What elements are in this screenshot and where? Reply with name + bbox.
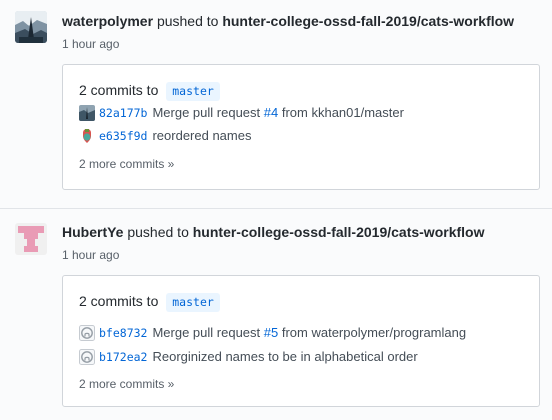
commit-message: Merge pull request #5 from waterpolymer/… <box>152 323 466 343</box>
commit-message-text: reordered names <box>152 128 252 143</box>
branch-link[interactable]: master <box>166 82 220 101</box>
commit-sha-link[interactable]: 82a177b <box>99 103 147 123</box>
action-text: pushed to <box>156 13 219 29</box>
commit-count-label: 2 commits to <box>79 82 159 98</box>
event-timestamp: 1 hour ago <box>62 248 120 262</box>
commit-count-line: 2 commits to master <box>79 291 220 312</box>
event-headline: waterpolymer pushed to hunter-college-os… <box>62 11 514 31</box>
feed-event-2: HubertYe pushed to hunter-college-ossd-f… <box>0 208 552 420</box>
waterpolymer-avatar-icon[interactable] <box>15 11 47 43</box>
commit-sha-link[interactable]: b172ea2 <box>99 347 147 367</box>
hubertye-identicon[interactable] <box>15 223 47 255</box>
commit-item: e635f9d reordered names <box>79 126 251 146</box>
commit-message-suffix: from waterpolymer/programlang <box>281 325 467 340</box>
more-commits-link[interactable]: 2 more commits » <box>79 156 174 172</box>
committer-avatar-icon[interactable] <box>79 128 95 144</box>
activity-feed: waterpolymer pushed to hunter-college-os… <box>0 0 552 420</box>
commit-message-text: Reorginized names to be in alphabetical … <box>152 349 418 364</box>
commit-message-text: Merge pull request <box>152 105 261 120</box>
commit-count-line: 2 commits to master <box>79 80 220 101</box>
event-timestamp: 1 hour ago <box>62 37 120 51</box>
commit-item: bfe8732 Merge pull request #5 from water… <box>79 323 466 343</box>
actor-link[interactable]: waterpolymer <box>62 13 153 29</box>
event-headline: HubertYe pushed to hunter-college-ossd-f… <box>62 222 484 242</box>
commit-sha-link[interactable]: e635f9d <box>99 126 147 146</box>
commit-message: reordered names <box>152 126 251 146</box>
committer-avatar-icon[interactable] <box>79 105 95 121</box>
commit-count-label: 2 commits to <box>79 293 159 309</box>
repo-link[interactable]: hunter-college-ossd-fall-2019/cats-workf… <box>222 13 514 29</box>
commit-item: b172ea2 Reorginized names to be in alpha… <box>79 347 418 367</box>
actor-link[interactable]: HubertYe <box>62 224 123 240</box>
more-commits-link[interactable]: 2 more commits » <box>79 376 174 392</box>
commit-message: Merge pull request #4 from kkhan01/maste… <box>152 103 404 123</box>
branch-link[interactable]: master <box>166 293 220 312</box>
commit-sha-link[interactable]: bfe8732 <box>99 323 147 343</box>
feed-event-1: waterpolymer pushed to hunter-college-os… <box>0 0 552 200</box>
action-text: pushed to <box>127 224 189 240</box>
github-octocat-icon[interactable] <box>79 349 95 365</box>
commit-message-suffix: from kkhan01/master <box>281 105 404 120</box>
github-octocat-icon[interactable] <box>79 325 95 341</box>
commit-message: Reorginized names to be in alphabetical … <box>152 347 417 367</box>
commits-box: 2 commits to master 82a177b Merge pull r… <box>62 64 540 190</box>
pull-request-link[interactable]: #5 <box>264 325 278 340</box>
commit-message-text: Merge pull request <box>152 325 261 340</box>
pull-request-link[interactable]: #4 <box>264 105 278 120</box>
commits-box: 2 commits to master bfe8732 Merge pull r… <box>62 275 540 407</box>
commit-item: 82a177b Merge pull request #4 from kkhan… <box>79 103 404 123</box>
repo-link[interactable]: hunter-college-ossd-fall-2019/cats-workf… <box>193 224 485 240</box>
